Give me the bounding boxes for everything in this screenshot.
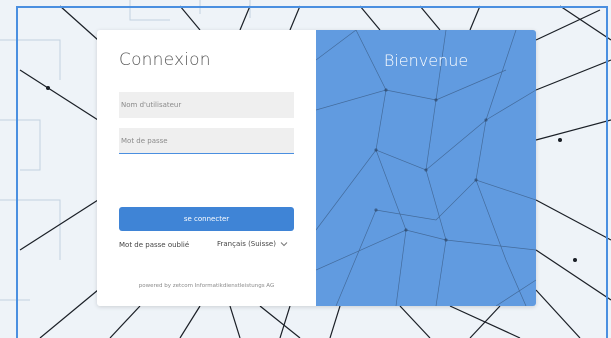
network-overlay — [316, 30, 536, 306]
forgot-password-link[interactable]: Mot de passe oublié — [119, 241, 189, 249]
login-card: Connexion se connecter Mot de passe oubl… — [97, 30, 536, 306]
language-select[interactable]: Français (Suisse) — [217, 240, 288, 248]
username-input[interactable] — [119, 92, 294, 118]
login-button[interactable]: se connecter — [119, 207, 294, 231]
language-label: Français (Suisse) — [217, 240, 276, 248]
login-title: Connexion — [119, 50, 211, 70]
chevron-down-icon — [280, 242, 288, 247]
powered-by-text: powered by zetcom Informatikdienstleistu… — [138, 283, 275, 289]
welcome-panel: Bienvenue — [316, 30, 536, 306]
password-input[interactable] — [119, 128, 294, 154]
welcome-title: Bienvenue — [383, 51, 469, 70]
login-page: Connexion se connecter Mot de passe oubl… — [0, 0, 611, 338]
login-form-panel: Connexion se connecter Mot de passe oubl… — [97, 30, 316, 306]
